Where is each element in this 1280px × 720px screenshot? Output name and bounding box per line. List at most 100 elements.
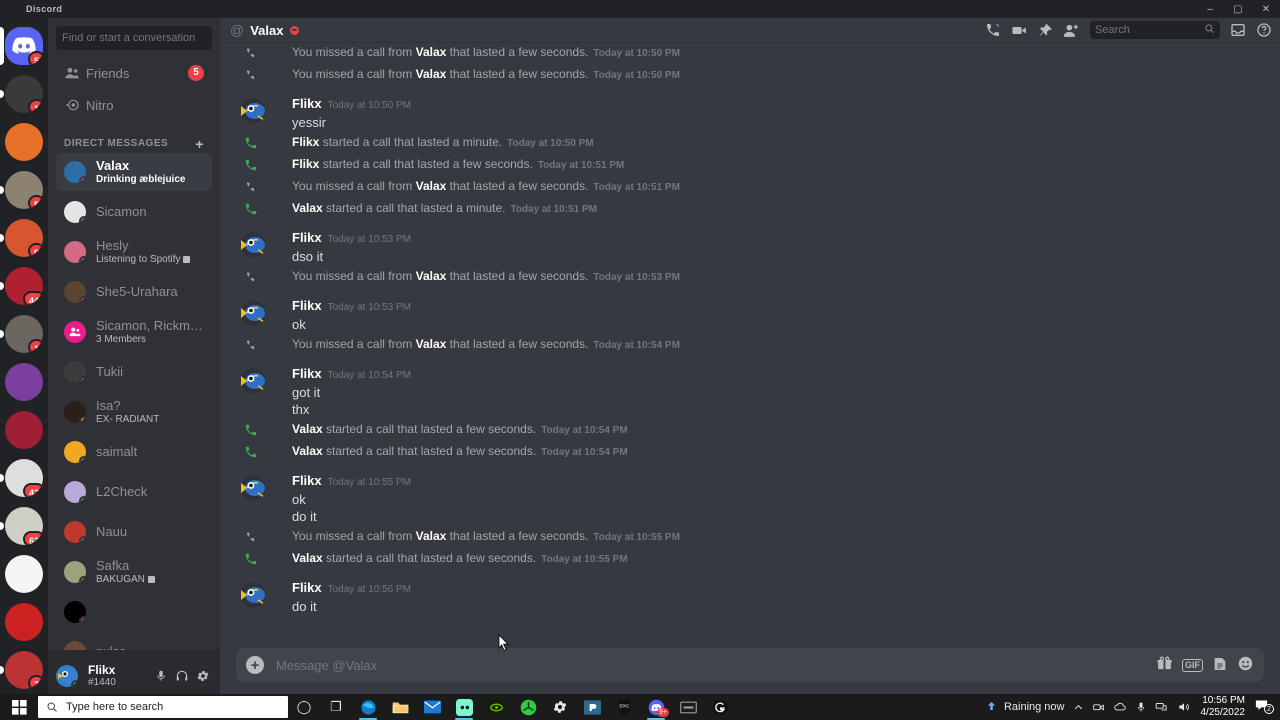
taskbar-window-icon[interactable] (672, 694, 704, 720)
server-avatar[interactable]: 44 (5, 267, 43, 305)
avatar[interactable] (240, 475, 266, 501)
taskbar-search[interactable]: Type here to search (38, 696, 288, 718)
dm-item-unnamed[interactable] (56, 593, 212, 631)
server-icon-server-crimson[interactable] (0, 406, 48, 454)
message-author[interactable]: Flikx (292, 366, 322, 381)
server-icon-server-naruto[interactable] (0, 118, 48, 166)
weather-widget[interactable]: Raining now (980, 700, 1069, 715)
server-avatar[interactable] (5, 411, 43, 449)
add-friend-icon[interactable] (1063, 22, 1080, 39)
message[interactable]: Flikx Today at 10:53 PM dso it (220, 229, 1280, 266)
message[interactable]: Flikx Today at 10:55 PM ok do it (220, 472, 1280, 526)
start-icon[interactable] (0, 694, 38, 720)
create-dm-button[interactable]: + (195, 137, 204, 151)
conversation-search[interactable]: Find or start a conversation (48, 18, 220, 58)
taskbar-settings-icon[interactable] (544, 694, 576, 720)
taskbar-buttons[interactable]: ◯ ❐ EPIC 9+ (288, 694, 736, 720)
server-avatar[interactable]: 1 (5, 75, 43, 113)
server-avatar[interactable]: 5 (5, 171, 43, 209)
avatar[interactable] (240, 368, 266, 394)
dm-list[interactable]: Friends 5 Nitro DIRECT MESSAGES + Valax Drinki… (48, 58, 220, 650)
avatar[interactable] (56, 665, 78, 687)
taskbar-streamlabs-icon[interactable] (448, 694, 480, 720)
avatar[interactable] (240, 582, 266, 608)
sticker-icon[interactable] (1212, 656, 1228, 675)
attach-button[interactable]: + (246, 656, 264, 674)
server-rail[interactable]: 5159441426271614LFGNEW (0, 18, 48, 702)
start-call-icon[interactable] (985, 22, 1001, 38)
server-icon-server-red[interactable] (0, 598, 48, 646)
conversation-search-input[interactable]: Find or start a conversation (56, 26, 212, 50)
emoji-icon[interactable] (1237, 655, 1254, 675)
server-icon-server-amongus[interactable]: 7 (0, 646, 48, 694)
message-author[interactable]: Flikx (292, 473, 322, 488)
server-icon-server-red-anime[interactable]: 44 (0, 262, 48, 310)
message-list[interactable]: You missed a call from Valax that lasted… (220, 42, 1280, 648)
message[interactable]: Flikx Today at 10:53 PM ok (220, 297, 1280, 334)
inbox-icon[interactable] (1230, 22, 1246, 38)
server-avatar[interactable]: 9 (5, 219, 43, 257)
help-icon[interactable] (1256, 22, 1272, 38)
message-input-box[interactable]: + Message @Valax GIF (236, 648, 1264, 682)
message[interactable]: Flikx Today at 10:50 PM yessir (220, 95, 1280, 132)
chevron-up-icon[interactable] (1069, 702, 1088, 713)
taskbar-spotify-icon[interactable] (512, 694, 544, 720)
sidebar-item-nitro[interactable]: Nitro (56, 90, 212, 120)
search-input[interactable]: Search (1090, 21, 1220, 39)
server-icon-server-white-mask[interactable]: 42 (0, 454, 48, 502)
server-icon-server-hat[interactable]: 62 (0, 502, 48, 550)
message-author[interactable]: Flikx (292, 580, 322, 595)
microphone-icon[interactable] (152, 667, 170, 685)
pinned-messages-icon[interactable] (1038, 23, 1053, 38)
gift-icon[interactable] (1156, 655, 1173, 675)
dm-item-isa[interactable]: Isa? EX- RADIANT (56, 393, 212, 431)
volume-icon[interactable] (1173, 700, 1195, 714)
dm-item-pxlse[interactable]: pxlse (56, 633, 212, 650)
avatar[interactable] (240, 232, 266, 258)
dm-item-saimalt[interactable]: saimalt (56, 433, 212, 471)
dm-item-valax[interactable]: Valax Drinking æblejuice (56, 153, 212, 191)
notification-center-icon[interactable]: 2 (1251, 698, 1276, 716)
message[interactable]: Flikx Today at 10:54 PM got it thx (220, 365, 1280, 419)
network-icon[interactable] (1151, 700, 1173, 714)
taskbar-epic-games-icon[interactable]: EPIC (608, 694, 640, 720)
server-avatar[interactable]: 1 (5, 315, 43, 353)
server-icon-server-casper[interactable]: 9 (0, 214, 48, 262)
dm-item-sicamon[interactable]: Sicamon (56, 193, 212, 231)
dm-item-hesly[interactable]: Hesly Listening to Spotify (56, 233, 212, 271)
server-icon-server-sticker[interactable] (0, 550, 48, 598)
dm-item-l2check[interactable]: L2Check (56, 473, 212, 511)
taskbar-parsec-icon[interactable] (576, 694, 608, 720)
server-icon-server-bear[interactable]: 1 (0, 310, 48, 358)
server-avatar[interactable] (5, 123, 43, 161)
close-button[interactable]: ✕ (1252, 0, 1280, 18)
dm-item-tukii[interactable]: Tukii (56, 353, 212, 391)
taskbar-file-explorer-icon[interactable] (384, 694, 416, 720)
dm-item-nauu[interactable]: Nauu (56, 513, 212, 551)
taskbar-clock[interactable]: 10:56 PM 4/25/2022 (1195, 695, 1252, 719)
taskbar-edge-icon[interactable] (352, 694, 384, 720)
taskbar-nvidia-icon[interactable] (480, 694, 512, 720)
taskbar-logitech-g-icon[interactable] (704, 694, 736, 720)
message[interactable]: Flikx Today at 10:56 PM do it (220, 579, 1280, 616)
server-avatar[interactable] (5, 555, 43, 593)
maximize-button[interactable]: ▢ (1224, 0, 1252, 18)
onedrive-icon[interactable] (1109, 700, 1131, 714)
dm-item-she5-urahara[interactable]: She5-Urahara (56, 273, 212, 311)
server-icon-discord-home[interactable]: 5 (0, 22, 48, 70)
server-avatar[interactable]: 62 (5, 507, 43, 545)
server-avatar[interactable]: 7 (5, 651, 43, 689)
server-avatar[interactable] (5, 603, 43, 641)
video-call-icon[interactable] (1011, 22, 1028, 39)
avatar[interactable] (240, 98, 266, 124)
server-avatar[interactable]: 5 (5, 27, 43, 65)
server-avatar[interactable] (5, 363, 43, 401)
dm-item-sicamon-rickmeneer[interactable]: Sicamon, Rickmeneer...3 Members (56, 313, 212, 351)
message-author[interactable]: Flikx (292, 298, 322, 313)
avatar[interactable] (240, 300, 266, 326)
headphones-icon[interactable] (173, 667, 191, 685)
taskbar-mail-icon[interactable] (416, 694, 448, 720)
server-icon-server-neon[interactable] (0, 358, 48, 406)
server-icon-server-photo[interactable]: 5 (0, 166, 48, 214)
microphone-icon[interactable] (1131, 701, 1151, 713)
